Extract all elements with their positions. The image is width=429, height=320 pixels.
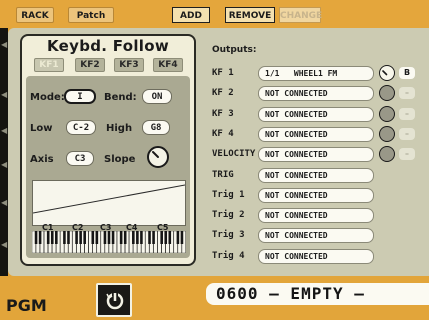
output-row-label: TRIG <box>212 170 234 180</box>
black-key[interactable] <box>111 231 115 244</box>
black-key[interactable] <box>123 231 127 244</box>
output-polarity-field[interactable]: – <box>399 148 415 160</box>
bend-label: Bend: <box>104 92 137 103</box>
panel-title: Keybd. Follow <box>47 37 169 55</box>
output-row-label: KF 2 <box>212 88 234 98</box>
bend-field[interactable]: ON <box>142 89 172 104</box>
output-polarity-field[interactable]: – <box>399 87 415 99</box>
output-row-value[interactable]: 1/1 WHEEL1 FM <box>258 66 374 81</box>
axis-label: Axis <box>30 154 54 165</box>
tab-kf2[interactable]: KF2 <box>75 58 105 72</box>
black-key[interactable] <box>176 231 180 244</box>
left-arrow-icon: ◀ <box>1 198 8 207</box>
knob-pointer-icon <box>152 151 159 158</box>
knob-pointer-icon <box>382 70 388 76</box>
high-field[interactable]: G8 <box>142 120 170 135</box>
output-row-value[interactable]: NOT CONNECTED <box>258 228 374 243</box>
black-key[interactable] <box>136 231 139 244</box>
output-amount-knob[interactable] <box>379 106 395 122</box>
output-row-value[interactable]: NOT CONNECTED <box>258 147 374 162</box>
left-arrow-icon: ◀ <box>1 90 8 99</box>
black-key[interactable] <box>83 231 86 244</box>
black-key[interactable] <box>119 231 123 244</box>
black-key[interactable] <box>164 231 168 244</box>
output-row-label: KF 3 <box>212 109 234 119</box>
black-key[interactable] <box>160 231 163 244</box>
black-key[interactable] <box>152 231 155 244</box>
output-row-label: KF 4 <box>212 129 234 139</box>
output-row-value[interactable]: NOT CONNECTED <box>258 107 374 122</box>
black-key[interactable] <box>67 231 70 244</box>
low-field[interactable]: C-2 <box>66 120 96 135</box>
black-key[interactable] <box>75 231 78 244</box>
black-key[interactable] <box>50 231 54 244</box>
black-key[interactable] <box>95 231 99 244</box>
black-key[interactable] <box>55 231 58 244</box>
axis-field[interactable]: C3 <box>66 151 94 166</box>
output-row-label: Trig 2 <box>212 210 245 220</box>
rotate-knob-icon <box>106 291 124 310</box>
black-key[interactable] <box>148 231 151 244</box>
output-row-label: Trig 4 <box>212 251 245 261</box>
slope-graph <box>32 180 186 226</box>
patch-knob-button[interactable] <box>96 283 132 317</box>
tab-kf1[interactable]: KF1 <box>34 58 64 72</box>
output-amount-knob[interactable] <box>379 65 395 81</box>
slope-label: Slope <box>104 154 136 165</box>
output-row-value[interactable]: NOT CONNECTED <box>258 188 374 203</box>
slope-knob[interactable] <box>147 146 169 168</box>
black-key[interactable] <box>46 231 50 244</box>
black-key[interactable] <box>38 231 42 244</box>
change-button[interactable]: CHANGE <box>279 7 322 23</box>
slope-line-icon <box>32 184 186 214</box>
black-key[interactable] <box>132 231 135 244</box>
high-label: High <box>106 123 133 134</box>
output-row-value[interactable]: NOT CONNECTED <box>258 86 374 101</box>
output-row-label: VELOCITY <box>212 149 256 159</box>
top-toolbar <box>0 0 429 28</box>
rack-button[interactable]: RACK <box>16 7 54 23</box>
remove-button[interactable]: REMOVE <box>225 7 275 23</box>
program-name-display: 0600 — EMPTY — <box>206 283 429 305</box>
patch-button[interactable]: Patch <box>68 7 114 23</box>
left-arrow-icon: ◀ <box>1 40 8 49</box>
black-key[interactable] <box>140 231 143 244</box>
black-key[interactable] <box>91 231 95 244</box>
piano-keyboard[interactable] <box>32 231 186 253</box>
outputs-title: Outputs: <box>212 45 257 55</box>
output-polarity-field[interactable]: – <box>399 128 415 140</box>
output-row-value[interactable]: NOT CONNECTED <box>258 168 374 183</box>
output-amount-knob[interactable] <box>379 85 395 101</box>
output-row-label: KF 1 <box>212 68 234 78</box>
output-amount-knob[interactable] <box>379 146 395 162</box>
left-arrow-icon: ◀ <box>1 240 8 249</box>
add-button[interactable]: ADD <box>172 7 210 23</box>
black-key[interactable] <box>34 231 38 244</box>
mode-field[interactable]: I <box>64 89 96 104</box>
tab-kf4[interactable]: KF4 <box>153 58 183 72</box>
output-polarity-field[interactable]: – <box>399 108 415 120</box>
screen: RACK Patch ADD REMOVE CHANGE ◀ ◀ ◀ ◀ ◀ ◀… <box>0 0 429 320</box>
output-row-value[interactable]: NOT CONNECTED <box>258 208 374 223</box>
left-arrow-icon: ◀ <box>1 160 8 169</box>
mode-indicator: PGM <box>6 296 47 315</box>
output-row-value[interactable]: NOT CONNECTED <box>258 249 374 264</box>
output-amount-knob[interactable] <box>379 126 395 142</box>
black-key[interactable] <box>79 231 82 244</box>
black-key[interactable] <box>180 231 184 244</box>
black-key[interactable] <box>168 231 172 244</box>
mode-label: Mode: <box>30 92 65 103</box>
output-row-label: Trig 3 <box>212 230 245 240</box>
black-key[interactable] <box>103 231 107 244</box>
black-key[interactable] <box>107 231 111 244</box>
output-polarity-field[interactable]: B <box>399 67 415 79</box>
black-key[interactable] <box>63 231 66 244</box>
output-row-value[interactable]: NOT CONNECTED <box>258 127 374 142</box>
tab-kf3[interactable]: KF3 <box>114 58 144 72</box>
low-label: Low <box>30 123 53 134</box>
output-row-label: Trig 1 <box>212 190 245 200</box>
left-arrow-icon: ◀ <box>1 126 8 135</box>
